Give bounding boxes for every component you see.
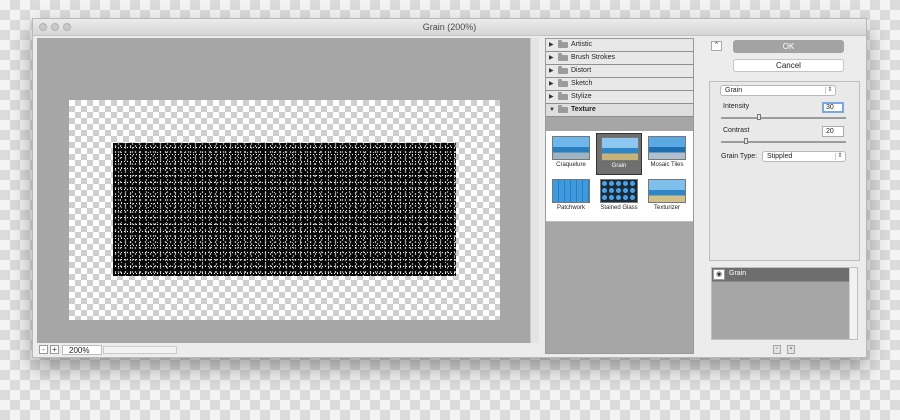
thumb-label: Mosaic Tiles: [650, 162, 684, 168]
effect-layer-grain[interactable]: ◉ Grain: [712, 268, 849, 282]
thumb-label: Grain: [611, 163, 627, 169]
folder-icon: [558, 79, 568, 87]
category-texture[interactable]: ▼ Texture: [546, 104, 693, 117]
disclosure-arrow-icon: ▼: [549, 107, 555, 113]
disclosure-arrow-icon: ▶: [549, 81, 554, 87]
intensity-field[interactable]: 30: [822, 102, 844, 113]
thumb-grain[interactable]: Grain: [596, 133, 642, 175]
contrast-label: Contrast: [723, 127, 750, 134]
thumb-mosaic-tiles[interactable]: Mosaic Tiles: [644, 133, 690, 175]
filter-preview-image: [552, 179, 590, 203]
category-artistic[interactable]: ▶ Artistic: [546, 39, 693, 52]
zoom-controls: - + 200%: [37, 344, 177, 356]
intensity-slider-track[interactable]: [721, 117, 846, 119]
thumb-stained-glass[interactable]: Stained Glass: [596, 176, 642, 218]
disclosure-arrow-icon: ▶: [549, 42, 554, 48]
folder-icon: [558, 92, 568, 100]
zoom-level-field[interactable]: 200%: [62, 345, 102, 355]
filter-preview-image: [600, 179, 638, 203]
window-title: Grain (200%): [422, 22, 477, 32]
filter-preview-image: [648, 179, 686, 203]
preview-vertical-scrollbar[interactable]: [530, 38, 539, 343]
thumb-texturizer[interactable]: Texturizer: [644, 176, 690, 218]
zoom-out-button[interactable]: -: [39, 345, 48, 354]
filter-thumbnails: Craquelure Grain Mosaic Tiles Patchwork …: [546, 131, 693, 222]
category-label: Artistic: [571, 41, 592, 48]
folder-icon: [558, 53, 568, 61]
eye-icon[interactable]: ◉: [713, 269, 725, 280]
preview-canvas: [69, 100, 500, 320]
folder-icon: [558, 66, 568, 74]
category-label: Stylize: [571, 93, 592, 100]
filter-select-value: Grain: [725, 87, 743, 94]
category-stylize[interactable]: ▶ Stylize: [546, 91, 693, 104]
folder-icon: [558, 40, 568, 48]
filter-select[interactable]: Grain ⇕: [720, 85, 836, 96]
grain-type-value: Stippled: [767, 153, 793, 160]
filter-browser: ▶ Artistic ▶ Brush Strokes ▶ Distort ▶ S…: [545, 38, 694, 354]
contrast-field[interactable]: 20: [822, 126, 844, 137]
select-arrow-icon: ⇕: [835, 153, 844, 160]
filter-gallery-window: Grain (200%) - + 200% ▶ Artistic ▶ Brush…: [32, 18, 867, 358]
filter-preview-image: [648, 136, 686, 160]
thumb-craquelure[interactable]: Craquelure: [548, 133, 594, 175]
category-sketch[interactable]: ▶ Sketch: [546, 78, 693, 91]
intensity-slider-handle[interactable]: [756, 114, 761, 120]
filter-category-list: ▶ Artistic ▶ Brush Strokes ▶ Distort ▶ S…: [546, 39, 693, 117]
delete-layer-icon[interactable]: ▪: [787, 345, 795, 354]
grain-noise-image: [113, 143, 456, 276]
cancel-button[interactable]: Cancel: [733, 59, 844, 72]
preview-area[interactable]: [37, 38, 530, 343]
disclosure-arrow-icon: ▶: [549, 55, 554, 61]
thumb-patchwork[interactable]: Patchwork: [548, 176, 594, 218]
thumb-label: Texturizer: [653, 205, 680, 211]
filter-settings-panel: Grain ⇕ Intensity 30 Contrast 20 Grain T…: [709, 81, 860, 261]
grain-type-select[interactable]: Stippled ⇕: [762, 151, 846, 162]
category-brush-strokes[interactable]: ▶ Brush Strokes: [546, 52, 693, 65]
folder-icon: [558, 105, 568, 113]
category-label: Brush Strokes: [571, 54, 615, 61]
grain-type-label: Grain Type:: [721, 153, 758, 160]
contrast-slider-handle[interactable]: [744, 138, 748, 144]
title-bar: Grain (200%): [33, 19, 866, 36]
preview-horizontal-scrollbar[interactable]: [103, 346, 177, 354]
intensity-label: Intensity: [723, 103, 750, 110]
category-distort[interactable]: ▶ Distort: [546, 65, 693, 78]
collapse-browser-button[interactable]: ⌃: [711, 41, 722, 51]
effect-layers-panel: ◉ Grain: [711, 267, 858, 340]
disclosure-arrow-icon: ▶: [549, 68, 554, 74]
filter-preview-image: [552, 136, 590, 160]
layer-label: Grain: [729, 270, 747, 277]
zoom-in-button[interactable]: +: [50, 345, 59, 354]
category-label: Texture: [571, 106, 596, 113]
category-label: Distort: [571, 67, 592, 74]
thumb-label: Patchwork: [556, 205, 585, 211]
category-label: Sketch: [571, 80, 593, 87]
thumb-label: Craquelure: [556, 162, 586, 168]
thumb-label: Stained Glass: [600, 205, 638, 211]
filter-preview-image: [601, 137, 639, 161]
new-layer-icon[interactable]: ▫: [773, 345, 781, 354]
select-arrow-icon: ⇕: [825, 87, 834, 94]
disclosure-arrow-icon: ▶: [549, 94, 554, 100]
ok-button[interactable]: OK: [733, 40, 844, 53]
layers-scrollbar[interactable]: [849, 268, 857, 339]
contrast-slider-track[interactable]: [721, 141, 846, 143]
